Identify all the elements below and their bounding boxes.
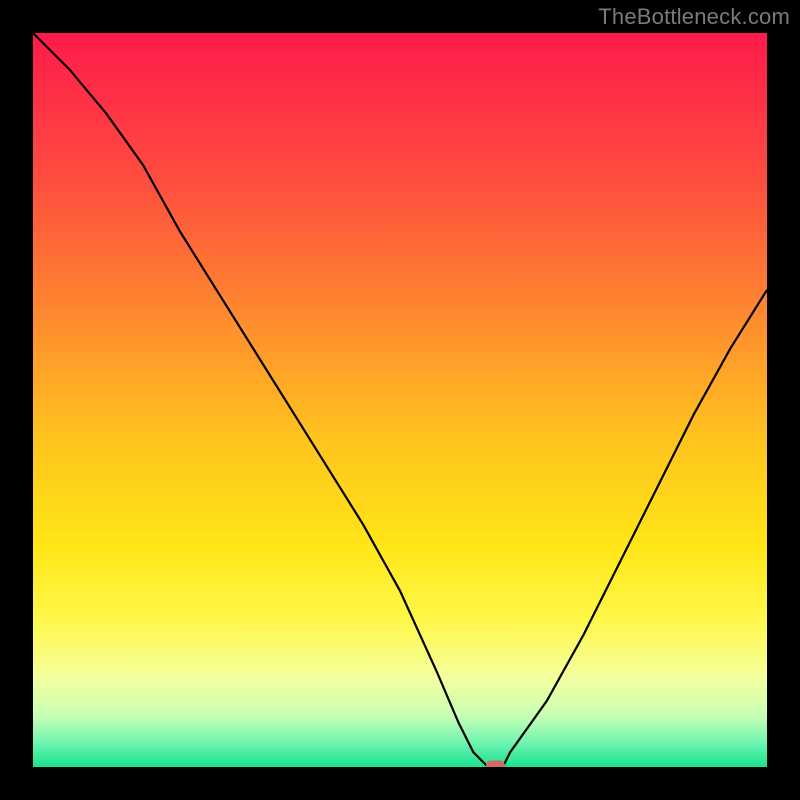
chart-root: { "watermark": "TheBottleneck.com", "cha… xyxy=(0,0,800,800)
watermark-text: TheBottleneck.com xyxy=(598,4,790,30)
plot-area xyxy=(33,33,767,767)
gradient-background xyxy=(33,33,767,767)
plot-svg xyxy=(33,33,767,767)
target-marker xyxy=(486,760,505,767)
